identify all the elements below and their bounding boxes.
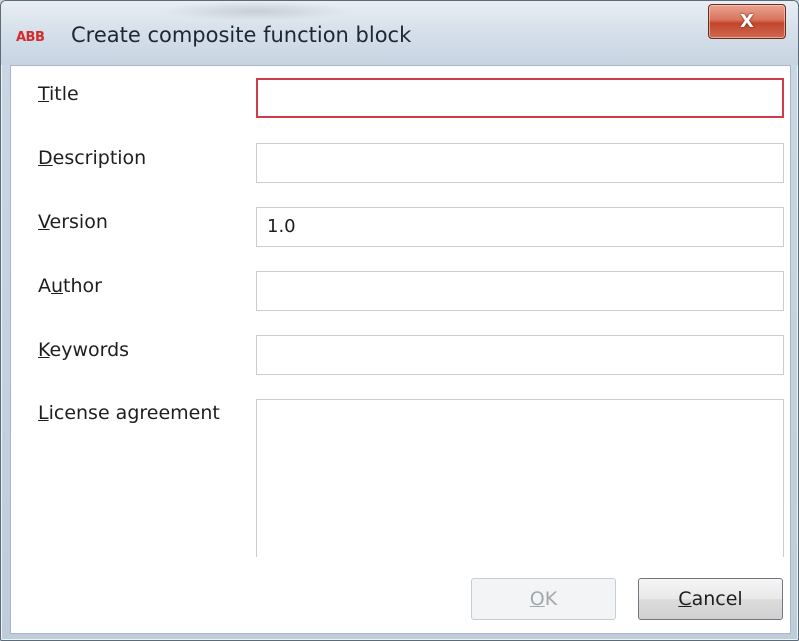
abb-logo: ABB xyxy=(16,30,45,45)
title-bar[interactable]: ABB Create composite function block X xyxy=(1,1,798,65)
description-label: Description xyxy=(38,147,147,169)
dialog-window: ABB Create composite function block X Ti… xyxy=(0,0,799,641)
version-input[interactable]: 1.0 xyxy=(256,207,784,247)
cancel-button[interactable]: Cancel xyxy=(638,578,783,620)
window-title: Create composite function block xyxy=(71,23,412,47)
author-label: Author xyxy=(38,275,102,297)
author-input[interactable] xyxy=(256,271,784,311)
license-agreement-label: License agreement xyxy=(38,402,220,424)
version-label: Version xyxy=(38,211,108,233)
license-agreement-textarea[interactable] xyxy=(256,399,784,557)
close-button[interactable]: X xyxy=(708,4,786,39)
keywords-label: Keywords xyxy=(38,339,130,361)
keywords-input[interactable] xyxy=(256,335,784,375)
title-label: Title xyxy=(38,83,79,105)
description-input[interactable] xyxy=(256,143,784,183)
title-bar-highlight xyxy=(161,1,351,21)
close-icon: X xyxy=(740,10,754,32)
title-input[interactable] xyxy=(256,78,784,118)
dialog-body: Title Description Version 1.0 Author Key… xyxy=(10,65,791,634)
ok-button[interactable]: OK xyxy=(471,578,616,620)
